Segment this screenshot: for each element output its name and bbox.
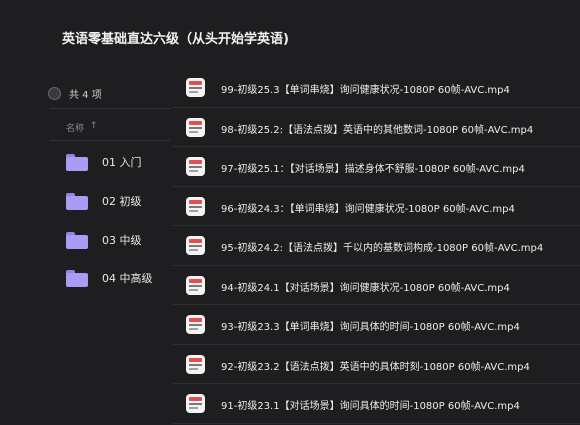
- video-thumbnail-icon: [186, 394, 205, 413]
- folder-icon: [66, 153, 88, 171]
- video-thumbnail-icon: [186, 236, 205, 255]
- folder-icon: [66, 269, 88, 287]
- video-thumbnail-icon: [186, 196, 205, 216]
- item-count: 共 4 项: [69, 90, 102, 101]
- file-row[interactable]: 98-初级25.2:【语法点拨】英语中的其他数词-1080P 60帧-AVC.m…: [172, 108, 580, 147]
- file-name: 93-初级23.3【单词串烧】询问具体的时间-1080P 60帧-AVC.mp4: [221, 322, 520, 333]
- file-row[interactable]: 92-初级23.2【语法点拨】英语中的具体时刻-1080P 60帧-AVC.mp…: [172, 345, 580, 384]
- video-thumbnail-icon: [186, 275, 205, 295]
- sort-label: 名称: [66, 124, 85, 134]
- file-list: 99-初级25.3【单词串烧】询问健康状况-1080P 60帧-AVC.mp4 …: [172, 68, 580, 424]
- folder-label: 04 中高级: [102, 272, 153, 285]
- file-name: 98-初级25.2:【语法点拨】英语中的其他数词-1080P 60帧-AVC.m…: [221, 124, 534, 136]
- file-row[interactable]: 99-初级25.3【单词串烧】询问健康状况-1080P 60帧-AVC.mp4: [172, 68, 580, 108]
- file-name: 91-初级23.1【对话场景】询问具体的时间-1080P 60帧-AVC.mp4: [221, 401, 520, 412]
- folder-item[interactable]: 04 中高级: [66, 266, 153, 290]
- file-name: 94-初级24.1【对话场景】询问健康状况-1080P 60帧-AVC.mp4: [221, 282, 510, 294]
- folder-item[interactable]: 02 初级: [66, 189, 142, 213]
- video-thumbnail-icon: [186, 157, 205, 176]
- video-thumbnail-icon: [186, 315, 205, 334]
- file-row[interactable]: 96-初级24.3：【单词串烧】询问健康状况-1080P 60帧-AVC.mp4: [172, 187, 580, 226]
- file-row[interactable]: 94-初级24.1【对话场景】询问健康状况-1080P 60帧-AVC.mp4: [172, 266, 580, 305]
- folder-pane: 共 4 项 名称 ↑ 01 入门 02 初级 03 中级 04 中高级: [0, 0, 172, 425]
- video-thumbnail-icon: [186, 78, 205, 97]
- folder-icon: [66, 192, 88, 210]
- folder-item[interactable]: 01 入门: [66, 150, 142, 174]
- folder-label: 02 初级: [102, 195, 142, 208]
- folder-label: 01 入门: [102, 156, 142, 169]
- folder-icon: [66, 231, 88, 249]
- select-all-row[interactable]: 共 4 项: [48, 86, 102, 101]
- file-row[interactable]: 93-初级23.3【单词串烧】询问具体的时间-1080P 60帧-AVC.mp4: [172, 305, 580, 345]
- file-name: 92-初级23.2【语法点拨】英语中的具体时刻-1080P 60帧-AVC.mp…: [221, 361, 530, 373]
- folder-item[interactable]: 03 中级: [66, 228, 142, 252]
- file-row[interactable]: 91-初级23.1【对话场景】询问具体的时间-1080P 60帧-AVC.mp4: [172, 384, 580, 424]
- file-name: 95-初级24.2:【语法点拨】千以内的基数词构成-1080P 60帧-AVC.…: [221, 243, 544, 254]
- file-name: 99-初级25.3【单词串烧】询问健康状况-1080P 60帧-AVC.mp4: [221, 85, 510, 96]
- divider: [50, 140, 170, 141]
- video-thumbnail-icon: [186, 117, 205, 137]
- sort-arrow-icon: ↑: [90, 121, 98, 131]
- file-name: 96-初级24.3：【单词串烧】询问健康状况-1080P 60帧-AVC.mp4: [221, 203, 515, 215]
- folder-label: 03 中级: [102, 234, 142, 247]
- video-thumbnail-icon: [186, 354, 205, 374]
- file-name: 97-初级25.1：【对话场景】描述身体不舒服-1080P 60帧-AVC.mp…: [221, 164, 525, 175]
- sort-by-name-header[interactable]: 名称 ↑: [66, 121, 98, 134]
- file-row[interactable]: 95-初级24.2:【语法点拨】千以内的基数词构成-1080P 60帧-AVC.…: [172, 226, 580, 266]
- file-row[interactable]: 97-初级25.1：【对话场景】描述身体不舒服-1080P 60帧-AVC.mp…: [172, 147, 580, 187]
- select-all-radio[interactable]: [48, 87, 61, 100]
- divider: [50, 108, 170, 109]
